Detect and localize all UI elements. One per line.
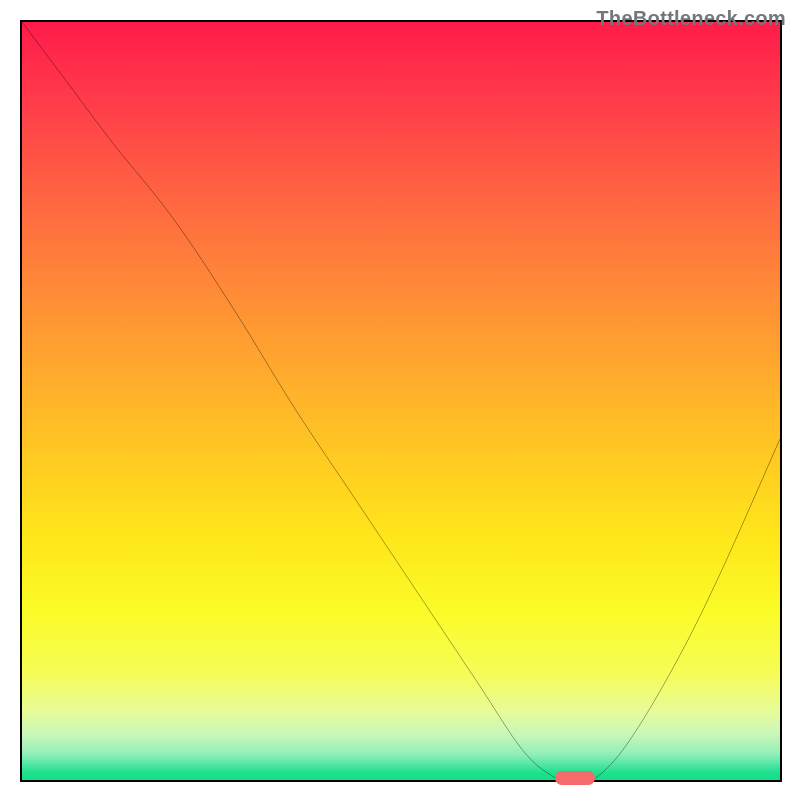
bottleneck-curve: [22, 22, 780, 780]
optimal-marker: [555, 771, 595, 785]
chart-frame: [20, 20, 782, 782]
watermark-text: TheBottleneck.com: [596, 8, 786, 31]
